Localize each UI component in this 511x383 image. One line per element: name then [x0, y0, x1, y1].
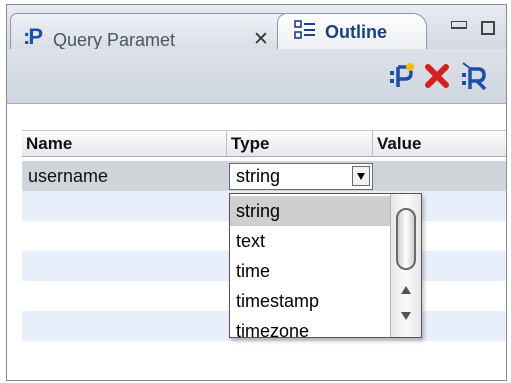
- column-header-type[interactable]: Type: [227, 131, 373, 157]
- column-header-name[interactable]: Name: [22, 131, 227, 157]
- maximize-icon[interactable]: [481, 21, 495, 35]
- scroll-down-arrow-icon[interactable]: [401, 312, 411, 320]
- outline-icon: [294, 20, 315, 39]
- dropdown-option-text[interactable]: text: [230, 226, 392, 256]
- remove-all-icon[interactable]: [459, 61, 489, 91]
- dropdown-option-timezone[interactable]: timezone: [230, 316, 392, 337]
- toolbar: [7, 49, 506, 104]
- tab-strip: :P Query Paramet ✕ Outline: [7, 5, 506, 50]
- add-parameter-icon[interactable]: [387, 61, 417, 91]
- scrollbar-thumb[interactable]: [396, 208, 416, 270]
- chevron-down-icon[interactable]: [352, 166, 370, 186]
- dropdown-option-string[interactable]: string: [230, 196, 392, 226]
- type-combo-value: string: [236, 166, 281, 186]
- tab-query-parameters-label: Query Paramet: [53, 30, 176, 50]
- query-parameters-icon: :P: [23, 24, 43, 49]
- close-icon[interactable]: ✕: [253, 28, 269, 51]
- parameter-name-cell[interactable]: username: [28, 161, 108, 191]
- tab-outline-label: Outline: [325, 22, 387, 42]
- column-header-value[interactable]: Value: [373, 131, 506, 157]
- minimize-icon[interactable]: [451, 21, 467, 29]
- type-dropdown-list[interactable]: string text time timestamp timezone: [229, 193, 422, 338]
- tab-query-parameters[interactable]: :P Query Paramet ✕: [10, 13, 290, 51]
- tab-outline[interactable]: Outline: [277, 13, 427, 49]
- dropdown-scrollbar[interactable]: [390, 194, 421, 337]
- dropdown-option-timestamp[interactable]: timestamp: [230, 286, 392, 316]
- dropdown-option-time[interactable]: time: [230, 256, 392, 286]
- delete-icon[interactable]: [422, 61, 452, 91]
- scroll-up-arrow-icon[interactable]: [401, 286, 411, 294]
- table-header: Name Type Value: [22, 130, 506, 157]
- type-combo[interactable]: string: [229, 163, 373, 190]
